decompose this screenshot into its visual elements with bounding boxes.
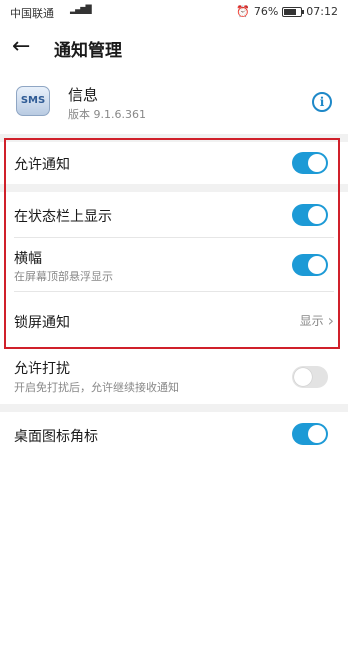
app-version: 版本 9.1.6.361 xyxy=(68,108,146,121)
signal-icon: ▂▄▆█ xyxy=(70,5,92,14)
battery-icon xyxy=(282,6,305,17)
clock: 07:12 xyxy=(306,5,338,18)
info-icon[interactable]: i xyxy=(312,92,332,112)
app-info: SMS 信息 版本 9.1.6.361 i xyxy=(0,72,348,134)
row-badge: 桌面图标角标 xyxy=(0,412,348,456)
lock-screen-label: 锁屏通知 xyxy=(14,315,70,331)
title-bar: ← 通知管理 xyxy=(0,24,348,72)
sms-app-icon: SMS xyxy=(16,86,50,116)
battery-percent: 76% xyxy=(253,5,279,18)
status-bar-display-label: 在状态栏上显示 xyxy=(14,209,112,225)
row-dnd: 允许打扰 开启免打扰后，允许继续接收通知 xyxy=(0,352,348,404)
section-gap xyxy=(0,134,348,142)
row-lock-screen[interactable]: 锁屏通知 显示 › xyxy=(0,292,348,346)
section-gap xyxy=(0,184,348,192)
badge-toggle[interactable] xyxy=(292,423,328,445)
section-gap xyxy=(0,404,348,412)
row-status-bar-display: 在状态栏上显示 xyxy=(0,192,348,238)
row-allow-notifications: 允许通知 xyxy=(0,142,348,184)
badge-label: 桌面图标角标 xyxy=(14,429,98,445)
dnd-toggle[interactable] xyxy=(292,366,328,388)
allow-notifications-label: 允许通知 xyxy=(14,157,70,173)
banner-toggle[interactable] xyxy=(292,254,328,276)
chevron-right-icon: › xyxy=(327,311,334,330)
row-banner: 横幅 在屏幕顶部悬浮显示 xyxy=(0,238,348,292)
lock-screen-value: 显示 xyxy=(299,314,324,328)
banner-description: 在屏幕顶部悬浮显示 xyxy=(14,270,113,283)
back-arrow-icon[interactable]: ← xyxy=(12,36,36,60)
dnd-description: 开启免打扰后，允许继续接收通知 xyxy=(14,381,179,394)
page-title: 通知管理 xyxy=(54,41,122,61)
carrier-label: 中国联通 xyxy=(10,7,54,20)
alarm-icon: ⏰ xyxy=(236,5,250,18)
dnd-label: 允许打扰 xyxy=(14,361,70,377)
status-bar-display-toggle[interactable] xyxy=(292,204,328,226)
banner-label: 横幅 xyxy=(14,251,42,267)
allow-notifications-toggle[interactable] xyxy=(292,152,328,174)
status-bar: 中国联通 ▂▄▆█ ⏰ 76% 07:12 xyxy=(0,0,348,24)
app-name: 信息 xyxy=(68,86,99,104)
